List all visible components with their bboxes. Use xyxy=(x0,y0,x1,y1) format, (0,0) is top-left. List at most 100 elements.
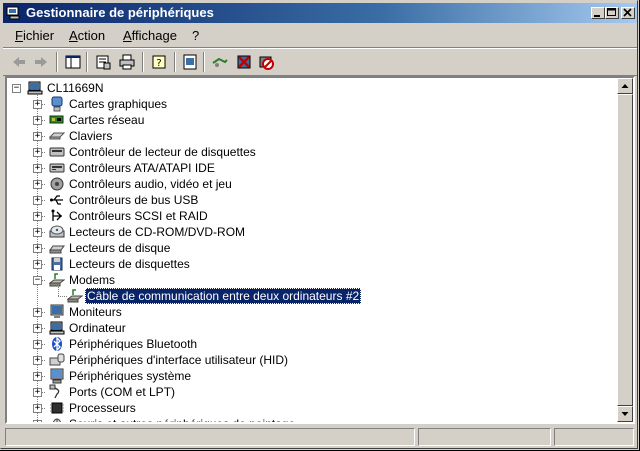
help-icon[interactable]: ? xyxy=(150,53,168,71)
tree-node[interactable]: + Contrôleurs audio, vidéo et jeu xyxy=(7,176,607,192)
collapse-toggle[interactable]: − xyxy=(33,276,42,285)
tree-node-label: Lecteurs de CD-ROM/DVD-ROM xyxy=(69,225,246,239)
status-pane-3 xyxy=(554,428,634,446)
menu-affichage[interactable]: Affichage xyxy=(123,28,177,44)
scroll-down-button[interactable] xyxy=(617,406,633,422)
close-icon xyxy=(623,8,632,17)
expand-toggle[interactable]: + xyxy=(33,100,42,109)
tree-node-label: Contrôleurs ATA/ATAPI IDE xyxy=(69,161,215,175)
modem-icon xyxy=(67,289,83,303)
expand-toggle[interactable]: + xyxy=(33,356,42,365)
tree-node-label: Lecteurs de disquettes xyxy=(69,257,190,271)
system-device-icon xyxy=(50,368,64,384)
window-title: Gestionnaire de périphériques xyxy=(26,5,214,20)
tree-node[interactable]: + Périphériques système xyxy=(7,368,607,384)
tree-node[interactable]: − Modems xyxy=(7,272,607,288)
expand-toggle[interactable]: + xyxy=(33,148,42,157)
tree-node[interactable]: + Contrôleurs SCSI et RAID xyxy=(7,208,607,224)
tree-node[interactable]: + Lecteurs de disque xyxy=(7,240,607,256)
computer-icon xyxy=(27,81,43,95)
tree-child-label: Câble de communication entre deux ordina… xyxy=(85,288,362,304)
scroll-up-button[interactable] xyxy=(617,78,633,94)
tree-node-label: Contrôleurs de bus USB xyxy=(69,193,199,207)
tree-node[interactable]: + Périphériques d'interface utilisateur (… xyxy=(7,352,607,368)
expand-toggle[interactable]: + xyxy=(33,388,42,397)
tree-node-label: Périphériques Bluetooth xyxy=(69,337,198,351)
maximize-button[interactable] xyxy=(605,7,619,19)
properties-icon[interactable] xyxy=(94,53,112,71)
scroll-thumb[interactable] xyxy=(617,94,633,406)
tree-node[interactable]: + Moniteurs xyxy=(7,304,607,320)
expand-toggle[interactable]: + xyxy=(33,228,42,237)
update-driver-icon[interactable] xyxy=(181,53,199,71)
audio-icon xyxy=(50,177,64,191)
title-bar[interactable]: Gestionnaire de périphériques xyxy=(3,3,637,23)
tree-node-label: Périphériques d'interface utilisateur (H… xyxy=(69,353,289,367)
floppy-drive-icon xyxy=(51,257,63,271)
tree-node[interactable]: + Processeurs xyxy=(7,400,607,416)
tree-node[interactable]: + Souris et autres périphériques de point… xyxy=(7,416,607,422)
computer-icon xyxy=(49,321,65,335)
cdrom-icon xyxy=(49,225,65,238)
port-icon xyxy=(49,384,60,399)
arrow-up-icon xyxy=(621,84,629,88)
tree-node[interactable]: + Périphériques Bluetooth xyxy=(7,336,607,352)
tree-node[interactable]: + Contrôleur de lecteur de disquettes xyxy=(7,144,607,160)
menu-action[interactable]: Action xyxy=(69,28,105,44)
back-icon[interactable] xyxy=(10,53,28,71)
close-button[interactable] xyxy=(621,7,635,19)
expand-toggle[interactable]: + xyxy=(33,420,42,422)
vertical-scrollbar[interactable] xyxy=(617,78,633,422)
minimize-icon xyxy=(594,15,600,17)
toolbar-separator xyxy=(56,52,58,72)
tree-node[interactable]: + Ordinateur xyxy=(7,320,607,336)
expand-toggle[interactable]: + xyxy=(33,372,42,381)
tree-node[interactable]: + Lecteurs de disquettes xyxy=(7,256,607,272)
tree-node-label: Contrôleurs SCSI et RAID xyxy=(69,209,208,223)
status-bar xyxy=(3,426,637,448)
tree-node[interactable]: + Cartes réseau xyxy=(7,112,607,128)
expand-toggle[interactable]: + xyxy=(33,324,42,333)
expand-toggle[interactable]: + xyxy=(33,196,42,205)
console-tree-icon[interactable] xyxy=(64,53,82,71)
collapse-toggle[interactable]: − xyxy=(12,84,21,93)
toolbar: ? xyxy=(3,48,637,76)
expand-toggle[interactable]: + xyxy=(33,212,42,221)
tree-node[interactable]: + Ports (COM et LPT) xyxy=(7,384,607,400)
scsi-icon xyxy=(51,209,62,221)
menu-bar: Fichier Action Affichage ? xyxy=(3,25,637,48)
tree-child-node[interactable]: Câble de communication entre deux ordina… xyxy=(7,284,607,304)
uninstall-icon[interactable] xyxy=(235,53,253,71)
scan-hardware-icon[interactable] xyxy=(211,53,229,71)
tree-node[interactable]: + Contrôleurs ATA/ATAPI IDE xyxy=(7,160,607,176)
toolbar-separator xyxy=(142,52,144,72)
expand-toggle[interactable]: + xyxy=(33,340,42,349)
disable-icon[interactable] xyxy=(257,53,275,71)
floppy-controller-icon xyxy=(49,147,65,157)
display-adapter-icon xyxy=(51,96,63,112)
tree-node[interactable]: + Lecteurs de CD-ROM/DVD-ROM xyxy=(7,224,607,240)
device-manager-icon xyxy=(6,6,20,20)
device-tree[interactable]: − CL11669N + Cartes graphiques + Cartes résea… xyxy=(5,76,635,424)
toolbar-separator xyxy=(174,52,176,72)
tree-node[interactable]: + Claviers xyxy=(7,128,607,144)
expand-toggle[interactable]: + xyxy=(33,308,42,317)
expand-toggle[interactable]: + xyxy=(33,260,42,269)
menu-help[interactable]: ? xyxy=(192,28,199,44)
tree-node[interactable]: + Cartes graphiques xyxy=(7,96,607,112)
menu-fichier[interactable]: Fichier xyxy=(15,28,54,44)
expand-toggle[interactable]: + xyxy=(33,244,42,253)
hid-icon xyxy=(49,353,65,366)
tree-node-label: Cartes graphiques xyxy=(69,97,168,111)
print-icon[interactable] xyxy=(118,53,136,71)
expand-toggle[interactable]: + xyxy=(33,180,42,189)
minimize-button[interactable] xyxy=(591,7,605,19)
forward-icon[interactable] xyxy=(32,53,50,71)
tree-node[interactable]: + Contrôleurs de bus USB xyxy=(7,192,607,208)
expand-toggle[interactable]: + xyxy=(33,164,42,173)
expand-toggle[interactable]: + xyxy=(33,404,42,413)
expand-toggle[interactable]: + xyxy=(33,132,42,141)
tree-node-label: Lecteurs de disque xyxy=(69,241,171,255)
tree-root[interactable]: − CL11669N xyxy=(7,80,607,96)
expand-toggle[interactable]: + xyxy=(33,116,42,125)
